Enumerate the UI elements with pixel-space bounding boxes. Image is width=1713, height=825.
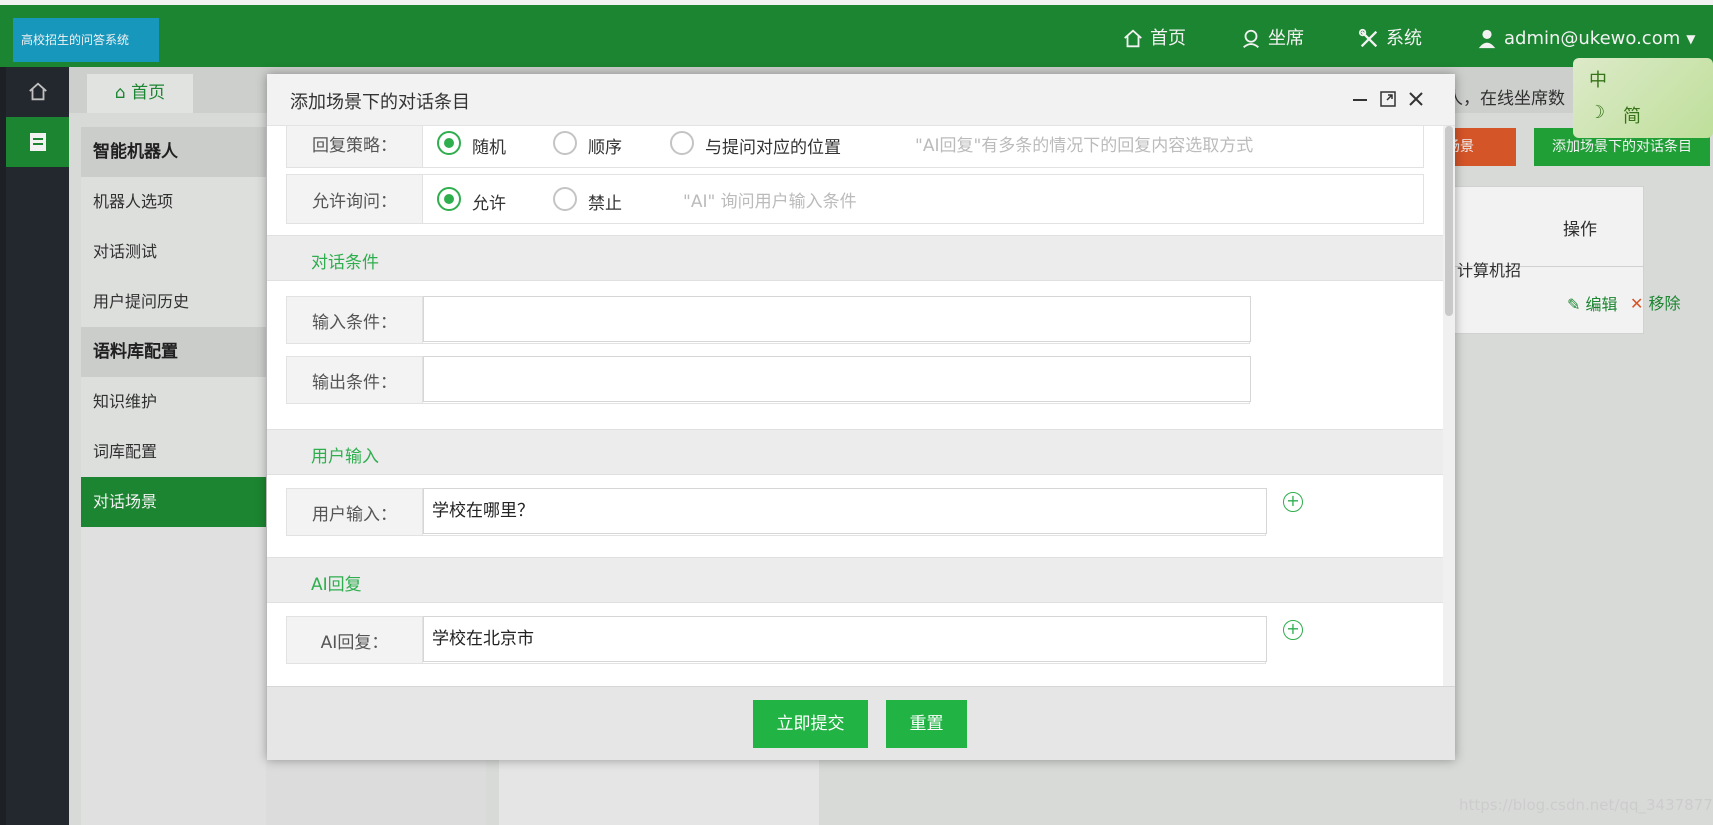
ai-reply-field[interactable]: 学校在北京市 [423, 616, 1267, 662]
section-conditions: 对话条件 [267, 235, 1443, 281]
section-user-input-title: 用户输入 [311, 447, 379, 467]
scrollbar-thumb[interactable] [1445, 126, 1453, 316]
allow-ask-label: 允许询问： [287, 175, 423, 223]
add-ai-reply-icon[interactable]: + [1283, 620, 1303, 640]
minimize-icon [1353, 99, 1367, 101]
output-condition-label: 输出条件： [287, 357, 423, 403]
radio-allow[interactable] [437, 187, 461, 211]
ai-reply-label: AI回复： [287, 617, 423, 663]
reply-strategy-label: 回复策略： [287, 126, 423, 167]
section-user-input: 用户输入 [267, 429, 1443, 475]
section-conditions-title: 对话条件 [311, 253, 379, 273]
minimize-button[interactable] [1347, 86, 1373, 112]
radio-random-label: 随机 [472, 138, 506, 158]
add-user-input-icon[interactable]: + [1283, 492, 1303, 512]
radio-forbid[interactable] [553, 187, 577, 211]
allow-ask-hint: "AI" 询问用户输入条件 [683, 192, 857, 212]
submit-button[interactable]: 立即提交 [753, 700, 868, 748]
input-condition-field[interactable] [423, 296, 1251, 342]
modal-body: 回复策略： 随机 顺序 与提问对应的位置 "AI回复"有多条的情况下的回复内容选… [267, 126, 1443, 686]
radio-forbid-label: 禁止 [588, 194, 622, 214]
radio-allow-label: 允许 [472, 194, 506, 214]
allow-ask-row: 允许询问： 允许 禁止 "AI" 询问用户输入条件 [286, 174, 1424, 224]
reply-strategy-row: 回复策略： 随机 顺序 与提问对应的位置 "AI回复"有多条的情况下的回复内容选… [286, 126, 1424, 168]
maximize-button[interactable] [1375, 86, 1401, 112]
user-input-label: 用户输入： [287, 489, 423, 535]
modal-scrollbar[interactable] [1443, 126, 1455, 686]
modal-header: 添加场景下的对话条目 [267, 74, 1455, 126]
radio-position-label: 与提问对应的位置 [705, 138, 841, 158]
reply-strategy-hint: "AI回复"有多条的情况下的回复内容选取方式 [915, 136, 1254, 156]
add-dialog-item-modal: 添加场景下的对话条目 回复策略： 随机 顺序 与提问对应的位置 "AI回复"有多… [267, 74, 1455, 760]
input-condition-label: 输入条件： [287, 297, 423, 343]
radio-position[interactable] [670, 131, 694, 155]
modal-title: 添加场景下的对话条目 [290, 92, 470, 113]
section-ai-reply: AI回复 [267, 557, 1443, 603]
maximize-icon [1380, 91, 1396, 107]
radio-sequence-label: 顺序 [588, 138, 622, 158]
radio-random[interactable] [437, 131, 461, 155]
reset-button[interactable]: 重置 [886, 700, 967, 748]
user-input-field[interactable]: 学校在哪里？ [423, 488, 1267, 534]
radio-sequence[interactable] [553, 131, 577, 155]
section-ai-reply-title: AI回复 [311, 575, 362, 595]
close-button[interactable] [1403, 86, 1429, 112]
watermark: https://blog.csdn.net/qq_34378776 [1459, 796, 1713, 814]
output-condition-field[interactable] [423, 356, 1251, 402]
modal-footer: 立即提交 重置 [267, 686, 1455, 760]
close-icon [1409, 92, 1423, 106]
